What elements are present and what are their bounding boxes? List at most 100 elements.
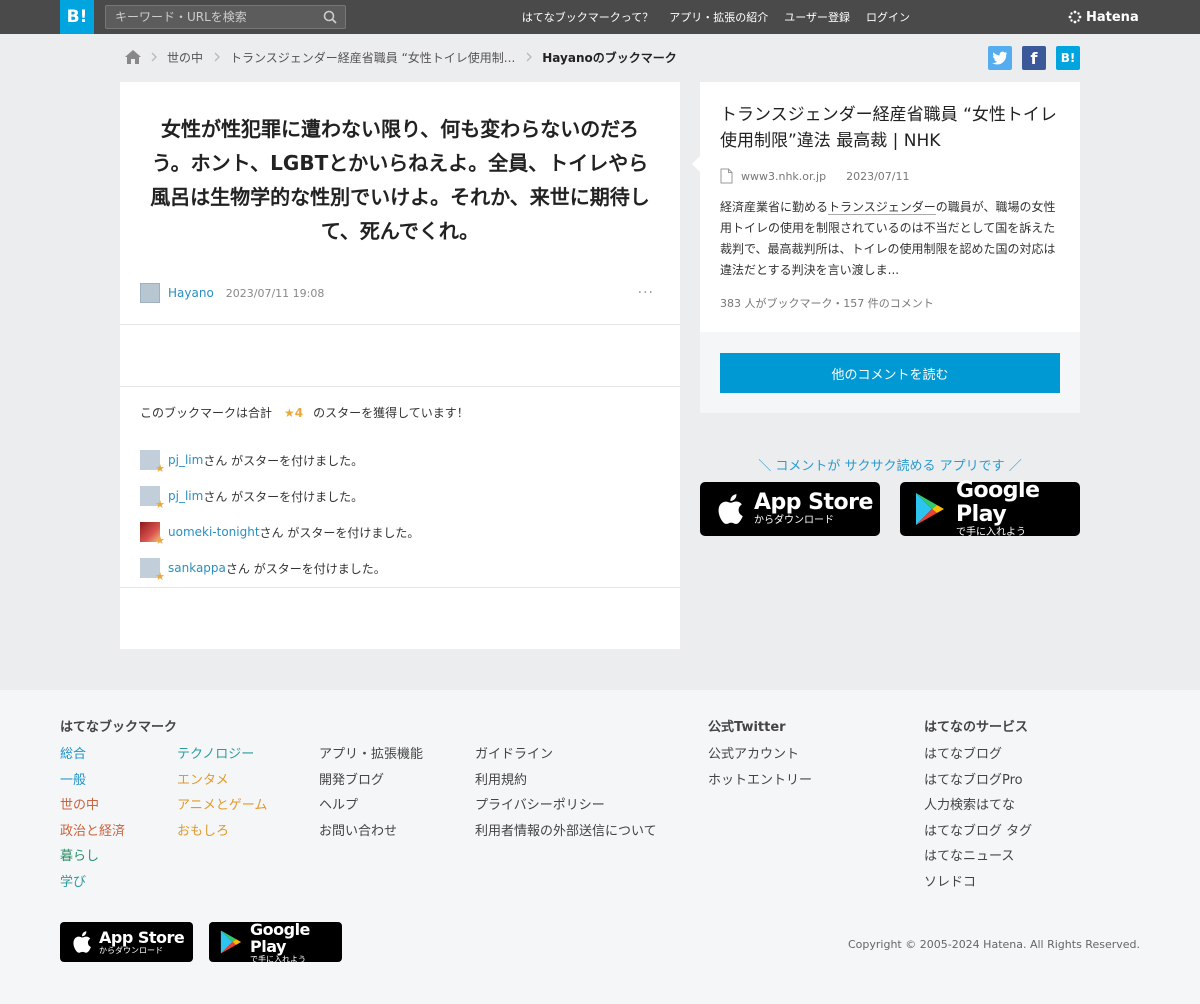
- star-summary-prefix: このブックマークは合計: [140, 406, 273, 420]
- chevron-right-icon: [151, 52, 157, 62]
- footer-google-play-badge[interactable]: Google Play で手に入れよう: [209, 921, 342, 964]
- footer-link[interactable]: おもしろ: [177, 819, 267, 845]
- footer-link[interactable]: お問い合わせ: [319, 819, 423, 845]
- footer-link[interactable]: 人力検索はてな: [924, 793, 1032, 819]
- footer-link[interactable]: 世の中: [60, 793, 125, 819]
- app-store-sublabel: からダウンロード: [99, 946, 163, 955]
- more-options-icon[interactable]: ···: [638, 285, 654, 301]
- breadcrumb-current: Hayanoのブックマーク: [542, 50, 677, 65]
- chevron-right-icon: [526, 52, 533, 62]
- site-footer: はてなブックマーク 総合 一般 世の中 政治と経済 暮らし 学び テクノロジー …: [0, 690, 1200, 1004]
- footer-link[interactable]: アニメとゲーム: [177, 793, 267, 819]
- list-item: ★ sankappa さん がスターを付けました。: [140, 550, 660, 586]
- footer-link[interactable]: ヘルプ: [319, 793, 423, 819]
- footer-link[interactable]: はてなブログ: [924, 742, 1032, 768]
- star-count: ★4: [284, 405, 304, 420]
- entry-counts[interactable]: 383 人がブックマーク・157 件のコメント: [720, 295, 934, 311]
- footer-link[interactable]: ソレドコ: [924, 870, 1032, 896]
- top-nav: はてなブックマークって？ アプリ・拡張の紹介 ユーザー登録 ログイン: [506, 0, 910, 34]
- footer-categories-col1: 総合 一般 世の中 政治と経済 暮らし 学び: [60, 742, 125, 896]
- copyright: Copyright © 2005-2024 Hatena. All Rights…: [847, 938, 1140, 951]
- app-store-badge[interactable]: App Store からダウンロード: [700, 482, 880, 536]
- star-text: さん がスターを付けました。: [203, 453, 364, 468]
- star-user-link[interactable]: pj_lim: [168, 489, 203, 503]
- entry-excerpt: 経済産業省に勤めるトランスジェンダーの職員が、職場の女性用トイレの使用を制限され…: [720, 197, 1062, 281]
- breadcrumb: 世の中 トランスジェンダー経産省職員 “女性トイレ使用制... Hayanoのブ…: [124, 46, 677, 68]
- footer-services-col: はてなブログ はてなブログPro 人力検索はてな はてなブログ タグ はてなニュ…: [924, 742, 1032, 896]
- facebook-share-button[interactable]: f: [1022, 46, 1046, 70]
- footer-link[interactable]: エンタメ: [177, 768, 267, 794]
- keyword-link[interactable]: トランスジェンダー: [828, 200, 936, 215]
- breadcrumb-entry[interactable]: トランスジェンダー経産省職員 “女性トイレ使用制...: [230, 49, 515, 66]
- footer-link[interactable]: 開発ブログ: [319, 768, 423, 794]
- card-pointer: [692, 156, 700, 172]
- footer-categories-col2: テクノロジー エンタメ アニメとゲーム おもしろ: [177, 742, 267, 844]
- search-input[interactable]: [106, 6, 316, 28]
- hatena-share-button[interactable]: B!: [1056, 46, 1080, 70]
- footer-twitter-title: 公式Twitter: [708, 720, 786, 735]
- footer-link[interactable]: プライバシーポリシー: [475, 793, 657, 819]
- avatar[interactable]: ★: [140, 450, 165, 474]
- google-play-label: Google Play: [956, 478, 1040, 527]
- bookmark-timestamp: 2023/07/11 19:08: [225, 286, 325, 300]
- bookmark-card: 女性が性犯罪に遭わない限り、何も変わらないのだろう。ホント、LGBTとかいらねえ…: [120, 82, 680, 649]
- app-store-sublabel: からダウンロード: [754, 515, 834, 526]
- footer-link[interactable]: 総合: [60, 742, 125, 768]
- nav-apps[interactable]: アプリ・拡張の紹介: [669, 9, 768, 25]
- footer-link[interactable]: はてなブログPro: [924, 768, 1032, 794]
- footer-link[interactable]: 一般: [60, 768, 125, 794]
- bookmark-user-link[interactable]: Hayano: [168, 286, 214, 300]
- list-item: ★ uomeki-tonight さん がスターを付けました。: [140, 514, 660, 550]
- avatar[interactable]: [140, 283, 160, 303]
- nav-login[interactable]: ログイン: [866, 9, 910, 25]
- nav-register[interactable]: ユーザー登録: [784, 9, 850, 25]
- hatena-brand[interactable]: Hatena: [1068, 0, 1139, 34]
- entry-domain[interactable]: www3.nhk.or.jp: [741, 170, 826, 183]
- apple-icon: [73, 931, 91, 953]
- twitter-share-button[interactable]: [988, 46, 1012, 70]
- bookmark-author-row: Hayano 2023/07/11 19:08 ···: [140, 282, 660, 304]
- footer-link[interactable]: はてなニュース: [924, 844, 1032, 870]
- footer-app-store-badge[interactable]: App Store からダウンロード: [60, 922, 193, 962]
- google-play-badge[interactable]: Google Play で手に入れよう: [900, 478, 1080, 538]
- app-tagline: ＼ コメントが サクサク読める アプリです ／: [758, 459, 1022, 474]
- entry-title-link[interactable]: トランスジェンダー経産省職員 “女性トイレ使用制限”違法 最高裁 | NHK: [720, 102, 1065, 154]
- hatena-bookmark-logo[interactable]: B!: [60, 0, 94, 34]
- list-item: ★ pj_lim さん がスターを付けました。: [140, 478, 660, 514]
- apple-icon: [718, 494, 743, 524]
- app-store-label: App Store: [99, 928, 185, 947]
- star-user-link[interactable]: uomeki-tonight: [168, 525, 260, 539]
- footer-link[interactable]: 政治と経済: [60, 819, 125, 845]
- footer-link[interactable]: はてなブログ タグ: [924, 819, 1032, 845]
- star-user-link[interactable]: sankappa: [168, 561, 226, 575]
- avatar[interactable]: ★: [140, 558, 165, 582]
- footer-link[interactable]: アプリ・拡張機能: [319, 742, 423, 768]
- footer-link[interactable]: 利用規約: [475, 768, 657, 794]
- bookmark-comment: 女性が性犯罪に遭わない限り、何も変わらないのだろう。ホント、LGBTとかいらねえ…: [150, 117, 650, 243]
- footer-link[interactable]: 利用者情報の外部送信について: [475, 819, 657, 845]
- share-buttons: f B!: [988, 46, 1080, 70]
- star-user-link[interactable]: pj_lim: [168, 453, 203, 467]
- breadcrumb-category[interactable]: 世の中: [167, 49, 203, 66]
- read-comments-button[interactable]: 他のコメントを読む: [720, 353, 1060, 393]
- avatar[interactable]: ★: [140, 486, 165, 510]
- avatar[interactable]: ★: [140, 522, 165, 546]
- footer-info-col2: ガイドライン 利用規約 プライバシーポリシー 利用者情報の外部送信について: [475, 742, 657, 844]
- footer-link[interactable]: 公式アカウント: [708, 742, 812, 768]
- star-text: さん がスターを付けました。: [225, 561, 386, 576]
- footer-bookmark-title: はてなブックマーク: [60, 720, 178, 735]
- footer-link[interactable]: 暮らし: [60, 844, 125, 870]
- star-list: ★ pj_lim さん がスターを付けました。 ★ pj_lim さん がスター…: [140, 442, 660, 586]
- chevron-right-icon: [214, 52, 221, 62]
- star-icon: ★: [155, 534, 165, 547]
- search-icon[interactable]: [323, 10, 337, 24]
- home-icon[interactable]: [124, 49, 142, 65]
- footer-link[interactable]: ガイドライン: [475, 742, 657, 768]
- footer-info-col1: アプリ・拡張機能 開発ブログ ヘルプ お問い合わせ: [319, 742, 423, 844]
- footer-link[interactable]: ホットエントリー: [708, 768, 812, 794]
- footer-link[interactable]: 学び: [60, 870, 125, 896]
- nav-about[interactable]: はてなブックマークって？: [522, 9, 653, 25]
- excerpt-text: 経済産業省に勤める: [720, 200, 829, 214]
- footer-link[interactable]: テクノロジー: [177, 742, 267, 768]
- entry-card: トランスジェンダー経産省職員 “女性トイレ使用制限”違法 最高裁 | NHK w…: [692, 82, 1080, 413]
